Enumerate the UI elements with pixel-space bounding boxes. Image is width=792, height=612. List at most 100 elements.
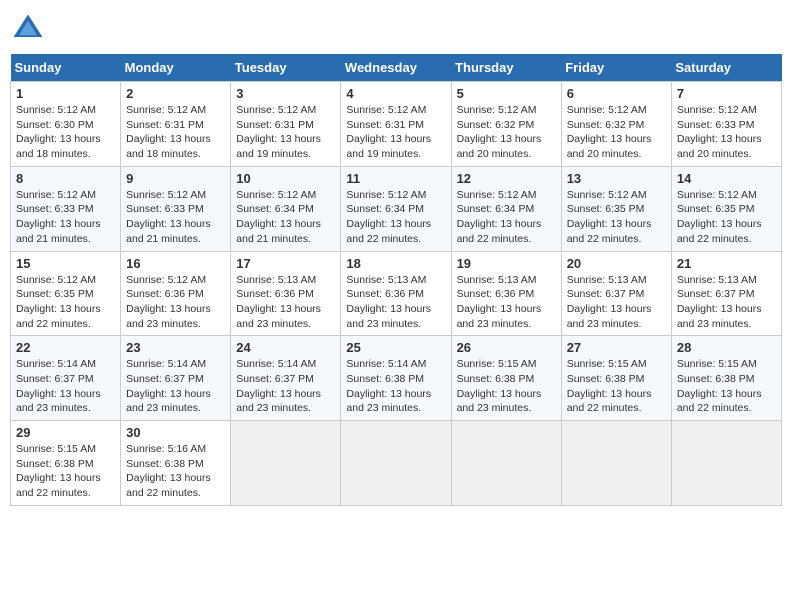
day-number: 18 — [346, 256, 445, 271]
logo — [10, 10, 50, 46]
cell-details: Sunrise: 5:12 AMSunset: 6:33 PMDaylight:… — [16, 188, 115, 247]
day-number: 26 — [457, 340, 556, 355]
calendar-week-row: 22Sunrise: 5:14 AMSunset: 6:37 PMDayligh… — [11, 336, 782, 421]
cell-details: Sunrise: 5:12 AMSunset: 6:30 PMDaylight:… — [16, 103, 115, 162]
cell-details: Sunrise: 5:12 AMSunset: 6:35 PMDaylight:… — [567, 188, 666, 247]
calendar-cell: 13 Sunrise: 5:12 AMSunset: 6:35 PMDayligh… — [561, 166, 671, 251]
calendar-week-row: 29 Sunrise: 5:15 AMSunset: 6:38 PMDayligh… — [11, 421, 782, 506]
cell-details: Sunrise: 5:13 AMSunset: 6:36 PMDaylight:… — [236, 273, 335, 332]
day-number: 6 — [567, 86, 666, 101]
calendar-week-row: 1 Sunrise: 5:12 AMSunset: 6:30 PMDaylight… — [11, 82, 782, 167]
cell-details: Sunrise: 5:12 AMSunset: 6:32 PMDaylight:… — [457, 103, 556, 162]
day-number: 20 — [567, 256, 666, 271]
calendar-cell: 17 Sunrise: 5:13 AMSunset: 6:36 PMDayligh… — [231, 251, 341, 336]
weekday-header-wednesday: Wednesday — [341, 54, 451, 82]
calendar-cell — [671, 421, 781, 506]
calendar-cell: 21Sunrise: 5:13 AMSunset: 6:37 PMDayligh… — [671, 251, 781, 336]
day-number: 24 — [236, 340, 335, 355]
calendar-cell — [341, 421, 451, 506]
day-number: 12 — [457, 171, 556, 186]
calendar-cell: 20 Sunrise: 5:13 AMSunset: 6:37 PMDayligh… — [561, 251, 671, 336]
day-number: 5 — [457, 86, 556, 101]
calendar-cell: 7 Sunrise: 5:12 AMSunset: 6:33 PMDaylight… — [671, 82, 781, 167]
day-number: 28 — [677, 340, 776, 355]
calendar-cell: 24Sunrise: 5:14 AMSunset: 6:37 PMDayligh… — [231, 336, 341, 421]
cell-details: Sunrise: 5:13 AMSunset: 6:36 PMDaylight:… — [457, 273, 556, 332]
cell-details: Sunrise: 5:12 AMSunset: 6:31 PMDaylight:… — [126, 103, 225, 162]
cell-details: Sunrise: 5:12 AMSunset: 6:32 PMDaylight:… — [567, 103, 666, 162]
calendar-cell: 5 Sunrise: 5:12 AMSunset: 6:32 PMDaylight… — [451, 82, 561, 167]
calendar-cell: 10 Sunrise: 5:12 AMSunset: 6:34 PMDayligh… — [231, 166, 341, 251]
cell-details: Sunrise: 5:12 AMSunset: 6:35 PMDaylight:… — [677, 188, 776, 247]
calendar-cell: 15Sunrise: 5:12 AMSunset: 6:35 PMDayligh… — [11, 251, 121, 336]
cell-details: Sunrise: 5:15 AMSunset: 6:38 PMDaylight:… — [567, 357, 666, 416]
calendar-cell — [231, 421, 341, 506]
day-number: 8 — [16, 171, 115, 186]
cell-details: Sunrise: 5:16 AMSunset: 6:38 PMDaylight:… — [126, 442, 225, 501]
cell-details: Sunrise: 5:14 AMSunset: 6:37 PMDaylight:… — [16, 357, 115, 416]
day-number: 15 — [16, 256, 115, 271]
calendar-table: SundayMondayTuesdayWednesdayThursdayFrid… — [10, 54, 782, 506]
calendar-week-row: 8 Sunrise: 5:12 AMSunset: 6:33 PMDaylight… — [11, 166, 782, 251]
calendar-cell: 14 Sunrise: 5:12 AMSunset: 6:35 PMDayligh… — [671, 166, 781, 251]
cell-details: Sunrise: 5:12 AMSunset: 6:33 PMDaylight:… — [126, 188, 225, 247]
calendar-cell — [451, 421, 561, 506]
calendar-cell — [561, 421, 671, 506]
day-number: 11 — [346, 171, 445, 186]
weekday-header-thursday: Thursday — [451, 54, 561, 82]
weekday-header-row: SundayMondayTuesdayWednesdayThursdayFrid… — [11, 54, 782, 82]
day-number: 30 — [126, 425, 225, 440]
cell-details: Sunrise: 5:13 AMSunset: 6:37 PMDaylight:… — [567, 273, 666, 332]
day-number: 1 — [16, 86, 115, 101]
cell-details: Sunrise: 5:12 AMSunset: 6:33 PMDaylight:… — [677, 103, 776, 162]
cell-details: Sunrise: 5:14 AMSunset: 6:38 PMDaylight:… — [346, 357, 445, 416]
weekday-header-saturday: Saturday — [671, 54, 781, 82]
calendar-cell: 6 Sunrise: 5:12 AMSunset: 6:32 PMDaylight… — [561, 82, 671, 167]
calendar-cell: 28 Sunrise: 5:15 AMSunset: 6:38 PMDayligh… — [671, 336, 781, 421]
cell-details: Sunrise: 5:12 AMSunset: 6:31 PMDaylight:… — [236, 103, 335, 162]
day-number: 2 — [126, 86, 225, 101]
cell-details: Sunrise: 5:12 AMSunset: 6:34 PMDaylight:… — [457, 188, 556, 247]
day-number: 29 — [16, 425, 115, 440]
calendar-cell: 12 Sunrise: 5:12 AMSunset: 6:34 PMDayligh… — [451, 166, 561, 251]
calendar-cell: 18 Sunrise: 5:13 AMSunset: 6:36 PMDayligh… — [341, 251, 451, 336]
cell-details: Sunrise: 5:14 AMSunset: 6:37 PMDaylight:… — [126, 357, 225, 416]
day-number: 21 — [677, 256, 776, 271]
day-number: 7 — [677, 86, 776, 101]
cell-details: Sunrise: 5:12 AMSunset: 6:34 PMDaylight:… — [236, 188, 335, 247]
day-number: 13 — [567, 171, 666, 186]
cell-details: Sunrise: 5:15 AMSunset: 6:38 PMDaylight:… — [16, 442, 115, 501]
cell-details: Sunrise: 5:15 AMSunset: 6:38 PMDaylight:… — [457, 357, 556, 416]
weekday-header-tuesday: Tuesday — [231, 54, 341, 82]
cell-details: Sunrise: 5:12 AMSunset: 6:31 PMDaylight:… — [346, 103, 445, 162]
logo-icon — [10, 10, 46, 46]
calendar-cell: 22Sunrise: 5:14 AMSunset: 6:37 PMDayligh… — [11, 336, 121, 421]
calendar-cell: 16Sunrise: 5:12 AMSunset: 6:36 PMDayligh… — [121, 251, 231, 336]
calendar-cell: 23Sunrise: 5:14 AMSunset: 6:37 PMDayligh… — [121, 336, 231, 421]
day-number: 16 — [126, 256, 225, 271]
day-number: 17 — [236, 256, 335, 271]
page-header — [10, 10, 782, 46]
cell-details: Sunrise: 5:12 AMSunset: 6:34 PMDaylight:… — [346, 188, 445, 247]
calendar-cell: 2 Sunrise: 5:12 AMSunset: 6:31 PMDaylight… — [121, 82, 231, 167]
day-number: 9 — [126, 171, 225, 186]
calendar-cell: 4Sunrise: 5:12 AMSunset: 6:31 PMDaylight… — [341, 82, 451, 167]
calendar-cell: 29 Sunrise: 5:15 AMSunset: 6:38 PMDayligh… — [11, 421, 121, 506]
calendar-cell: 27Sunrise: 5:15 AMSunset: 6:38 PMDayligh… — [561, 336, 671, 421]
day-number: 10 — [236, 171, 335, 186]
day-number: 19 — [457, 256, 556, 271]
day-number: 14 — [677, 171, 776, 186]
calendar-cell: 11 Sunrise: 5:12 AMSunset: 6:34 PMDayligh… — [341, 166, 451, 251]
weekday-header-monday: Monday — [121, 54, 231, 82]
calendar-cell: 19 Sunrise: 5:13 AMSunset: 6:36 PMDayligh… — [451, 251, 561, 336]
calendar-cell: 30 Sunrise: 5:16 AMSunset: 6:38 PMDayligh… — [121, 421, 231, 506]
weekday-header-friday: Friday — [561, 54, 671, 82]
cell-details: Sunrise: 5:15 AMSunset: 6:38 PMDaylight:… — [677, 357, 776, 416]
day-number: 25 — [346, 340, 445, 355]
weekday-header-sunday: Sunday — [11, 54, 121, 82]
day-number: 3 — [236, 86, 335, 101]
calendar-cell: 25 Sunrise: 5:14 AMSunset: 6:38 PMDayligh… — [341, 336, 451, 421]
calendar-cell: 1 Sunrise: 5:12 AMSunset: 6:30 PMDaylight… — [11, 82, 121, 167]
calendar-cell: 3 Sunrise: 5:12 AMSunset: 6:31 PMDaylight… — [231, 82, 341, 167]
cell-details: Sunrise: 5:13 AMSunset: 6:36 PMDaylight:… — [346, 273, 445, 332]
